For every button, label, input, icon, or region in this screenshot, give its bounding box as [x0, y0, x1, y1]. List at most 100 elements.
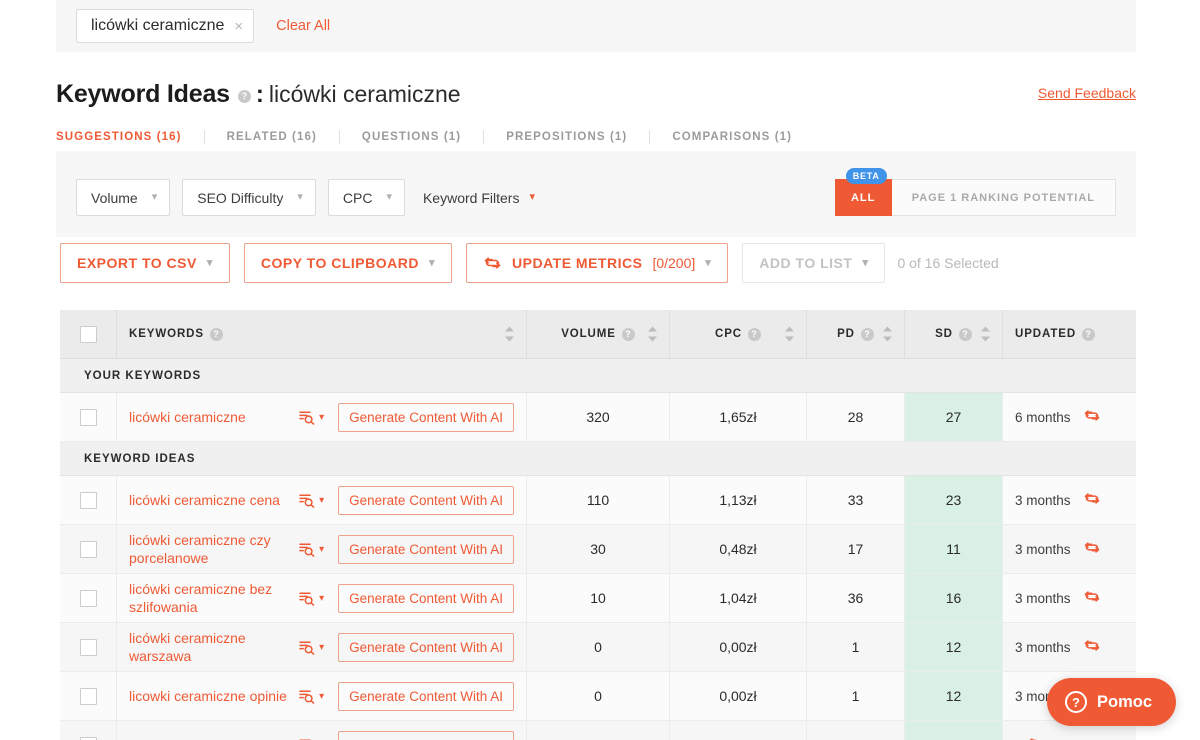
help-icon[interactable]: ?: [1082, 327, 1096, 341]
serp-analysis-icon[interactable]: ▾: [299, 689, 324, 704]
help-icon[interactable]: ?: [209, 327, 223, 341]
tab-questions[interactable]: QUESTIONS (1): [340, 130, 485, 144]
row-checkbox-cell: [60, 476, 117, 524]
generate-content-with-ai-button[interactable]: Generate Content With AI: [338, 534, 514, 564]
update-metrics-button[interactable]: UPDATE METRICS [0/200] ▾: [466, 243, 729, 283]
generate-content-with-ai-button[interactable]: Generate Content With AI: [338, 583, 514, 613]
row-checkbox[interactable]: [79, 589, 97, 607]
toggle-all-button[interactable]: ALL: [834, 179, 892, 216]
table-row[interactable]: licówki ceramiczne ▾ Generate Content With…: [60, 393, 1136, 442]
column-header-sd[interactable]: SD ?: [905, 310, 1003, 358]
keyword-link[interactable]: licowki ceramiczne: [129, 736, 293, 740]
keyword-filter-chip-label: licówki ceramiczne: [91, 17, 225, 34]
volume-filter-label: Volume: [91, 189, 138, 206]
refresh-icon[interactable]: [1083, 638, 1101, 656]
tab-related[interactable]: RELATED (16): [205, 130, 340, 144]
keyword-link[interactable]: licówki ceramiczne: [129, 408, 293, 426]
row-checkbox[interactable]: [79, 687, 97, 705]
refresh-icon[interactable]: [1083, 408, 1101, 426]
column-header-updated[interactable]: UPDATED ?: [1003, 310, 1136, 358]
generate-content-with-ai-button[interactable]: Generate Content With AI: [338, 402, 514, 432]
help-icon[interactable]: ?: [860, 327, 874, 341]
help-icon[interactable]: ?: [747, 327, 761, 341]
column-header-pd[interactable]: PD ?: [807, 310, 905, 358]
cpc-cell: 0,00zł: [670, 672, 807, 720]
page-title-text: Keyword Ideas: [56, 80, 230, 108]
copy-to-clipboard-button[interactable]: COPY TO CLIPBOARD ▾: [243, 243, 453, 283]
seo-difficulty-filter-dropdown[interactable]: SEO Difficulty ▾: [182, 179, 316, 216]
send-feedback-link[interactable]: Send Feedback: [1038, 85, 1136, 101]
add-to-list-button[interactable]: ADD TO LIST ▾: [742, 243, 886, 283]
table-row[interactable]: licowki ceramiczne opinie ▾ Generate Conte…: [60, 672, 1136, 721]
refresh-icon[interactable]: [1083, 589, 1101, 607]
chevron-down-icon: ▾: [151, 191, 158, 203]
title-separator: :: [255, 81, 264, 108]
refresh-icon[interactable]: [1027, 736, 1045, 740]
keyword-link[interactable]: licówki ceramiczne bez szlifowania: [129, 580, 293, 616]
column-header-volume[interactable]: VOLUME ?: [527, 310, 670, 358]
group-header-your-keywords-label: YOUR KEYWORDS: [84, 369, 202, 382]
close-icon[interactable]: ×: [234, 19, 243, 34]
column-header-keywords[interactable]: KEYWORDS ?: [117, 310, 527, 358]
column-header-volume-label: VOLUME: [561, 328, 616, 340]
sort-sd-icon[interactable]: [980, 326, 991, 342]
table-row[interactable]: licówki ceramiczne czy porcelanowe ▾ Gener…: [60, 525, 1136, 574]
serp-analysis-icon[interactable]: ▾: [299, 640, 324, 655]
tab-comparisons[interactable]: COMPARISONS (1): [650, 130, 814, 144]
help-widget-button[interactable]: ? Pomoc: [1046, 678, 1176, 726]
export-to-csv-button[interactable]: EXPORT TO CSV ▾: [60, 243, 230, 283]
refresh-icon[interactable]: [1083, 540, 1101, 558]
chevron-down-icon: ▾: [297, 191, 303, 203]
keyword-link[interactable]: licówki ceramiczne warszawa: [129, 629, 293, 665]
table-row[interactable]: licówki ceramiczne bez szlifowania ▾ Gener…: [60, 574, 1136, 623]
clear-all-button[interactable]: Clear All: [276, 18, 330, 34]
filter-controls: Volume ▾ SEO Difficulty ▾ CPC ▾ Keyword …: [76, 179, 535, 216]
column-header-cpc[interactable]: CPC ?: [670, 310, 807, 358]
row-checkbox[interactable]: [79, 540, 97, 558]
keyword-link[interactable]: licówki ceramiczne cena: [129, 491, 293, 509]
keyword-filters-dropdown[interactable]: Keyword Filters ▾: [423, 190, 535, 206]
keyword-ideas-tabs: SUGGESTIONS (16) RELATED (16) QUESTIONS …: [56, 124, 1136, 150]
keyword-link[interactable]: licówki ceramiczne czy porcelanowe: [129, 531, 293, 567]
volume-cell: 10: [527, 574, 670, 622]
row-checkbox[interactable]: [79, 408, 97, 426]
table-row[interactable]: licówki ceramiczne cena ▾ Generate Content…: [60, 476, 1136, 525]
row-checkbox[interactable]: [79, 638, 97, 656]
pd-cell: 36: [807, 574, 905, 622]
volume-cell: 320: [527, 393, 670, 441]
generate-content-with-ai-button[interactable]: Generate Content With AI: [338, 485, 514, 515]
help-icon[interactable]: ?: [621, 327, 635, 341]
your-keywords-rows: licówki ceramiczne ▾ Generate Content With…: [60, 393, 1136, 442]
tab-suggestions[interactable]: SUGGESTIONS (16): [56, 130, 205, 144]
cpc-filter-dropdown[interactable]: CPC ▾: [327, 179, 405, 216]
sort-keywords-icon[interactable]: [504, 326, 515, 342]
sort-cpc-icon[interactable]: [784, 326, 795, 342]
sd-cell: 11: [905, 525, 1003, 573]
sort-volume-icon[interactable]: [647, 326, 658, 342]
serp-analysis-icon[interactable]: ▾: [299, 410, 324, 425]
generate-content-with-ai-button[interactable]: Generate Content With AI: [338, 730, 514, 740]
sd-cell: [905, 721, 1003, 740]
table-row[interactable]: licówki ceramiczne warszawa ▾ Generate Con…: [60, 623, 1136, 672]
serp-analysis-icon[interactable]: ▾: [299, 591, 324, 606]
row-checkbox[interactable]: [79, 491, 97, 509]
tab-prepositions[interactable]: PREPOSITIONS (1): [484, 130, 651, 144]
column-header-updated-label: UPDATED: [1015, 328, 1077, 340]
generate-content-with-ai-button[interactable]: Generate Content With AI: [338, 632, 514, 662]
help-icon[interactable]: ?: [958, 327, 972, 341]
select-all-checkbox[interactable]: [79, 325, 97, 343]
generate-content-with-ai-button[interactable]: Generate Content With AI: [338, 681, 514, 711]
row-checkbox[interactable]: [79, 736, 97, 740]
refresh-icon[interactable]: [1083, 491, 1101, 509]
table-row[interactable]: licowki ceramiczne▾Generate Content With…: [60, 721, 1136, 740]
volume-filter-dropdown[interactable]: Volume ▾: [76, 179, 171, 216]
sort-pd-icon[interactable]: [882, 326, 893, 342]
serp-analysis-icon[interactable]: ▾: [299, 493, 324, 508]
updated-cell: 3 months: [1003, 574, 1136, 622]
info-icon[interactable]: ?: [237, 90, 251, 103]
seo-difficulty-filter-label: SEO Difficulty: [197, 189, 284, 206]
keyword-filter-chip[interactable]: licówki ceramiczne ×: [76, 9, 255, 43]
keyword-link[interactable]: licowki ceramiczne opinie: [129, 687, 293, 705]
toggle-page1-ranking-potential-button[interactable]: PAGE 1 RANKING POTENTIAL: [891, 179, 1116, 216]
serp-analysis-icon[interactable]: ▾: [299, 542, 324, 557]
